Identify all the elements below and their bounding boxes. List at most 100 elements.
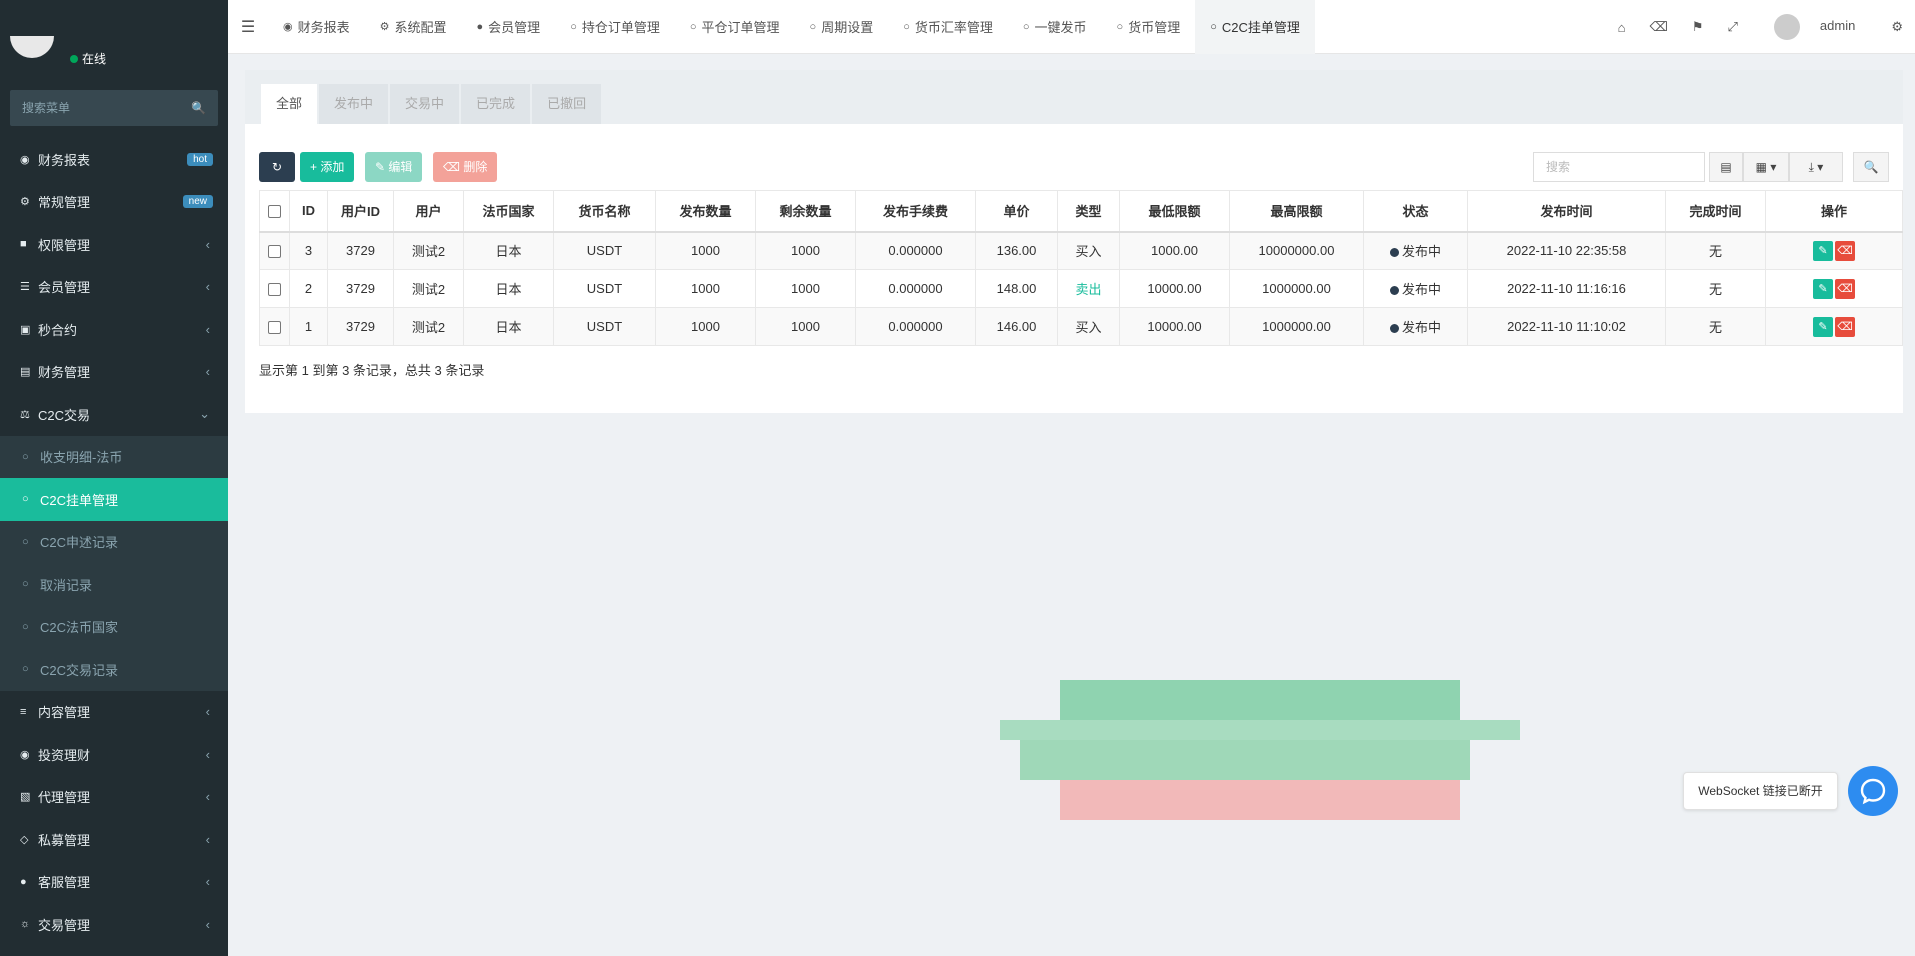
col-header[interactable]: 最低限额 [1119,190,1230,233]
flag-icon[interactable]: ⚑ [1692,19,1704,35]
row-select-cell[interactable] [259,307,290,346]
table-search-input[interactable] [1533,152,1705,182]
sidebar-item-trading[interactable]: ☼ 交易管理 ‹ [0,903,228,946]
row-select-cell[interactable] [259,269,290,308]
tab-open-orders[interactable]: ○ 持仓订单管理 [555,0,675,54]
col-header[interactable]: 完成时间 [1665,190,1766,233]
tab-label: 货币汇率管理 [914,20,993,35]
row-checkbox[interactable] [268,283,281,297]
filter-tab-all[interactable]: 全部 [261,84,318,124]
tab-currency[interactable]: ○ 货币管理 [1102,0,1196,54]
table-header-row: ID 用户ID 用户 法币国家 货币名称 发布数量 剩余数量 发布手续费 单价 … [259,190,1903,233]
sidebar-item-label: 客服管理 [38,875,91,891]
delete-button[interactable]: ⌫ 删除 [433,152,498,182]
select-all-checkbox[interactable] [268,205,281,219]
sidebar-item-content[interactable]: ≡ 内容管理 ‹ [0,691,228,734]
top-nav: ☰ ◉ 财务报表 ⚙ 系统配置 ● 会员管理 ○ 持仓订单管理 ○ 平仓订单管理 ○ 周期设… [228,0,1915,54]
search-icon[interactable]: 🔍 [191,101,206,115]
filter-tab-completed[interactable]: 已完成 [461,84,531,124]
sidebar-item-members[interactable]: ☰ 会员管理 ‹ [0,266,228,309]
tab-closed-orders[interactable]: ○ 平仓订单管理 [675,0,795,54]
filter-tab-trading[interactable]: 交易中 [390,84,460,124]
tab-label: 会员管理 [488,20,541,35]
fullscreen-icon[interactable]: ⤢ [1728,19,1738,35]
row-edit-button[interactable]: ✎ [1813,278,1833,299]
col-header[interactable]: 发布数量 [655,190,756,233]
menu-search-input[interactable] [10,90,218,126]
tab-issue-coin[interactable]: ○ 一键发币 [1008,0,1102,54]
filter-tab-publishing[interactable]: 发布中 [319,84,389,124]
select-all-header[interactable] [259,190,290,233]
pagination-info: 显示第 1 到第 3 条记录，总共 3 条记录 [259,363,485,378]
sidebar-item-c2c-orders[interactable]: ○ C2C挂单管理 [0,478,228,521]
refresh-button[interactable]: ↻ [259,152,295,182]
tab-finance-report[interactable]: ◉ 财务报表 [268,0,365,54]
cell-finish-time: 无 [1665,269,1766,308]
sidebar-item-c2c-appeal[interactable]: ○ C2C申述记录 [0,520,228,563]
col-header: 操作 [1765,190,1903,233]
refresh-icon: ↻ [271,160,283,174]
row-checkbox[interactable] [268,321,281,335]
sidebar-item-c2c[interactable]: ⚖ C2C交易 ⌄ [0,393,228,436]
tab-exchange-rate[interactable]: ○ 货币汇率管理 [888,0,1008,54]
row-delete-button[interactable]: ⌫ [1835,316,1855,337]
toggle-view-button[interactable]: ▤ [1709,152,1743,182]
sidebar-item-fiat-detail[interactable]: ○ 收支明细-法币 [0,435,228,478]
trash-icon[interactable]: ⌫ [1649,19,1667,35]
col-header[interactable]: 发布手续费 [855,190,976,233]
col-header[interactable]: 剩余数量 [755,190,856,233]
col-header[interactable]: 状态 [1363,190,1468,233]
col-header[interactable]: 用户ID [327,190,394,233]
tab-period[interactable]: ○ 周期设置 [795,0,889,54]
home-icon[interactable]: ⌂ [1618,20,1626,35]
tab-label: 平仓订单管理 [701,20,780,35]
row-edit-button[interactable]: ✎ [1813,240,1833,261]
row-edit-button[interactable]: ✎ [1813,316,1833,337]
menu-toggle-icon[interactable]: ☰ [228,17,268,37]
sidebar-item-finance[interactable]: ▤ 财务管理 ‹ [0,351,228,394]
sidebar-item-investment[interactable]: ◉ 投资理财 ‹ [0,733,228,776]
cell-country: 日本 [463,307,554,346]
col-header[interactable]: 货币名称 [553,190,656,233]
add-button[interactable]: + 添加 [300,152,355,182]
sidebar-item-permission[interactable]: ■ 权限管理 ‹ [0,223,228,266]
sidebar-item-contract[interactable]: ▣ 秒合约 ‹ [0,308,228,351]
col-header[interactable]: 单价 [975,190,1058,233]
circle-icon: ○ [22,493,29,506]
row-select-cell[interactable] [259,231,290,270]
sidebar-item-label: C2C申述记录 [40,535,119,551]
chevron-left-icon: ‹ [205,364,210,380]
sidebar-item-general[interactable]: ⚙ 常规管理 new [0,181,228,224]
col-header[interactable]: ID [289,190,328,233]
col-header[interactable]: 类型 [1057,190,1120,233]
col-header[interactable]: 发布时间 [1467,190,1666,233]
export-button[interactable]: ⤓ ▾ [1789,152,1843,182]
search-toggle-button[interactable]: 🔍 [1853,152,1889,182]
sidebar-item-support[interactable]: ● 客服管理 ‹ [0,861,228,904]
sidebar-item-private[interactable]: ◇ 私募管理 ‹ [0,818,228,861]
edit-button[interactable]: ✎ 编辑 [365,152,423,182]
sidebar-item-label: 财务报表 [38,152,91,168]
filter-tab-withdrawn[interactable]: 已撤回 [532,84,602,124]
row-delete-button[interactable]: ⌫ [1835,240,1855,261]
tab-system-config[interactable]: ⚙ 系统配置 [365,0,462,54]
sidebar-item-cancel-records[interactable]: ○ 取消记录 [0,563,228,606]
cell-status: 发布中 [1363,269,1468,308]
col-header[interactable]: 最高限额 [1229,190,1364,233]
sidebar-item-c2c-countries[interactable]: ○ C2C法币国家 [0,605,228,648]
col-header[interactable]: 用户 [393,190,464,233]
tab-members[interactable]: ● 会员管理 [462,0,556,54]
sidebar-item-c2c-trades[interactable]: ○ C2C交易记录 [0,648,228,691]
cogs-icon[interactable]: ⚙ [1891,19,1903,35]
sidebar-item-agent[interactable]: ▧ 代理管理 ‹ [0,776,228,819]
tab-c2c-orders[interactable]: ○ C2C挂单管理 [1195,0,1315,54]
chat-button[interactable] [1848,766,1898,816]
col-header[interactable]: 法币国家 [463,190,554,233]
row-delete-button[interactable]: ⌫ [1835,278,1855,299]
circle-icon: ○ [22,535,29,548]
sidebar-item-finance-report[interactable]: ◉ 财务报表 hot [0,138,228,181]
row-checkbox[interactable] [268,245,281,259]
columns-button[interactable]: ▦ ▾ [1743,152,1789,182]
user-menu[interactable]: admin [1762,14,1867,40]
cell-actions: ✎ ⌫ [1765,307,1903,346]
